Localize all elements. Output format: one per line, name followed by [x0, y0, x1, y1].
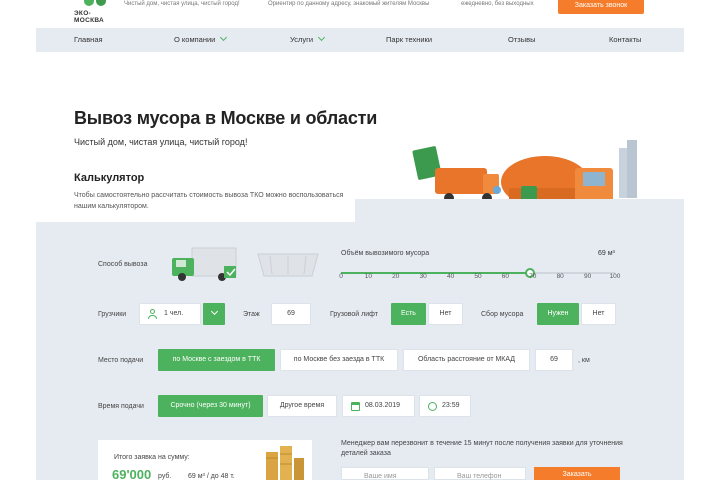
phone-placeholder: Ваш телефон: [457, 473, 502, 480]
method-option-truck[interactable]: [166, 246, 238, 282]
collect-no-button[interactable]: Нет: [581, 303, 616, 325]
nav-item-contacts[interactable]: Контакты: [609, 28, 641, 52]
nav-item-label: О компании: [174, 35, 216, 44]
nav-item-services[interactable]: Услуги: [290, 28, 326, 52]
coins-icon: [266, 446, 304, 480]
summary-label: Итого заявка на сумму:: [114, 454, 190, 461]
loaders-label: Грузчики: [98, 311, 127, 318]
calculator-title: Калькулятор: [74, 172, 145, 184]
volume-tick-label: 100: [609, 273, 621, 280]
top-header: ЭКО-МОСКВА Чистый дом, чистая улица, чис…: [0, 0, 720, 24]
place-option-region[interactable]: Область расстояние от МКАД: [403, 349, 530, 371]
floor-input[interactable]: 69: [271, 303, 311, 325]
calculator-description: Чтобы самостоятельно рассчитать стоимост…: [74, 192, 344, 210]
method-label: Способ вывоза: [98, 261, 148, 268]
nav-item-about[interactable]: О компании: [174, 28, 228, 52]
header-info-address: Ориентир по данному адресу, знакомый жит…: [268, 1, 430, 7]
summary-currency: руб.: [158, 473, 172, 480]
loaders-dropdown-button[interactable]: [203, 303, 225, 325]
volume-tick-label: 30: [419, 273, 427, 280]
volume-tick-label: 80: [556, 273, 564, 280]
loaders-value: 1 чел.: [164, 310, 184, 317]
page-title: Вывоз мусора в Москве и области: [74, 108, 378, 128]
nav-item-fleet[interactable]: Парк техники: [386, 28, 432, 52]
clock-icon: [428, 402, 437, 411]
name-placeholder: Ваше имя: [364, 473, 397, 480]
logo-text: ЭКО-МОСКВА: [74, 10, 104, 24]
chevron-down-icon: [318, 33, 326, 42]
volume-tick-label: 40: [446, 273, 455, 280]
place-option-ttk-in[interactable]: по Москве с заездом в ТТК: [158, 349, 275, 371]
volume-tick-label: 20: [392, 273, 400, 280]
nav-item-reviews[interactable]: Отзывы: [508, 28, 535, 52]
nav-item-label: Услуги: [290, 35, 314, 44]
time-input[interactable]: 23:59: [419, 395, 471, 417]
volume-tick-label: 70: [529, 273, 537, 280]
volume-tick-label: 0: [339, 273, 343, 280]
calendar-icon: [351, 402, 360, 411]
logo[interactable]: ЭКО-МОСКВА: [74, 0, 118, 24]
order-summary-card: Итого заявка на сумму: 69'000 руб. 69 м³…: [98, 440, 312, 482]
volume-value: 69 м³: [598, 250, 615, 257]
logo-leaf-icon: [96, 0, 106, 6]
distance-unit: , км: [578, 357, 590, 364]
truck-icon: [172, 247, 237, 281]
logo-leaf-icon: [84, 0, 94, 6]
volume-tick-label: 90: [583, 273, 592, 280]
date-input[interactable]: 08.03.2019: [342, 395, 415, 417]
collect-label: Сбор мусора: [481, 311, 524, 318]
nav-item-home[interactable]: Главная: [74, 28, 103, 52]
calculator-panel-notch: [355, 199, 684, 223]
volume-label: Объём вывозимого мусора: [341, 250, 430, 257]
time-value: 23:59: [442, 402, 460, 409]
header-tagline: Чистый дом, чистая улица, чистый город!: [124, 1, 240, 7]
lift-no-button[interactable]: Нет: [428, 303, 463, 325]
volume-tick-label: 10: [364, 273, 372, 280]
distance-input[interactable]: 69: [535, 349, 573, 371]
chevron-down-icon: [210, 307, 218, 316]
callback-note: Менеджер вам перезвонит в течение 15 мин…: [341, 440, 623, 457]
person-icon: [148, 309, 157, 319]
date-value: 08.03.2019: [365, 402, 401, 409]
lift-label: Грузовой лифт: [330, 311, 378, 318]
container-icon: [257, 253, 319, 277]
time-option-other[interactable]: Другое время: [267, 395, 337, 417]
header-info-hours: ежедневно, без выходных: [461, 1, 534, 7]
summary-details: 69 м³ / до 48 т.: [188, 473, 235, 480]
method-option-container[interactable]: [256, 248, 320, 278]
volume-tick-label: 60: [501, 273, 509, 280]
place-option-ttk-out[interactable]: по Москве без заезда в ТТК: [280, 349, 398, 371]
loaders-select[interactable]: 1 чел.: [139, 303, 201, 325]
time-option-urgent[interactable]: Срочно (через 30 минут): [158, 395, 263, 417]
name-input[interactable]: Ваше имя: [341, 467, 429, 480]
place-label: Место подачи: [98, 357, 144, 364]
phone-input[interactable]: Ваш телефон: [434, 467, 526, 480]
hero-subtitle: Чистый дом, чистая улица, чистый город!: [74, 137, 248, 147]
call-request-button[interactable]: Заказать звонок: [558, 0, 644, 14]
time-label: Время подачи: [98, 403, 144, 410]
lift-yes-button[interactable]: Есть: [391, 303, 426, 325]
volume-tick-label: 50: [474, 273, 482, 280]
collect-yes-button[interactable]: Нужен: [537, 303, 579, 325]
main-nav: Главная О компании Услуги Парк техники О…: [36, 28, 684, 52]
order-button[interactable]: Заказать: [534, 467, 620, 480]
chevron-down-icon: [220, 33, 228, 42]
floor-label: Этаж: [243, 311, 260, 318]
